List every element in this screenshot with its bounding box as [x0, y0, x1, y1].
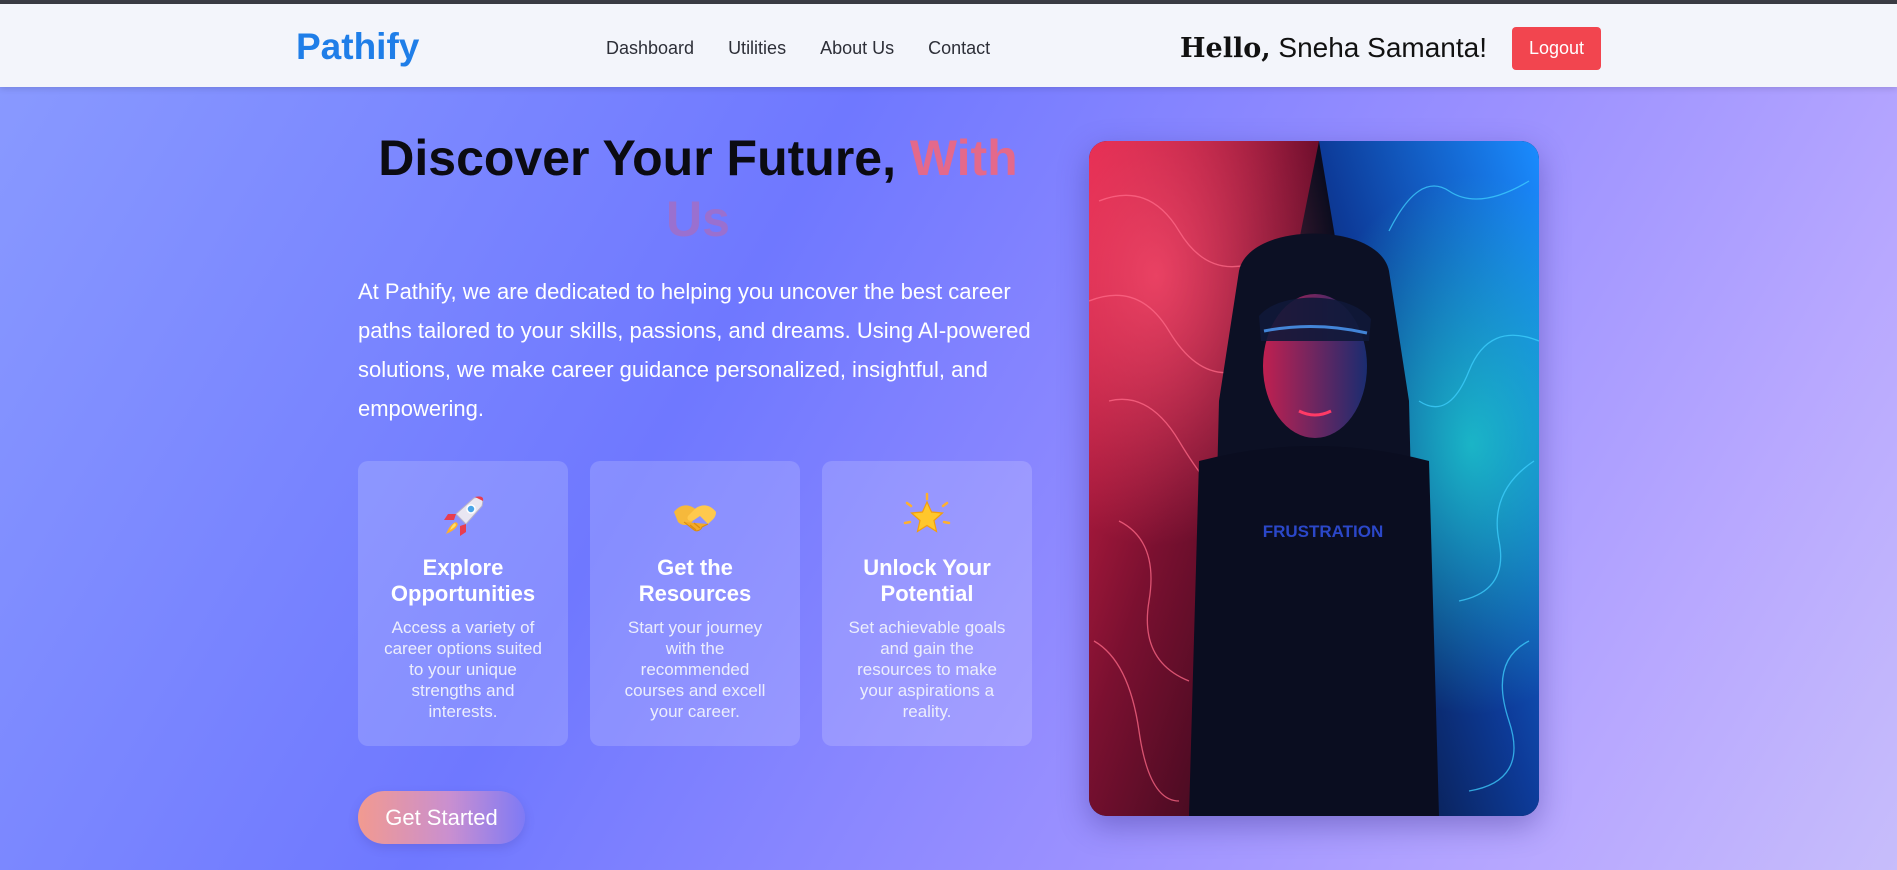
- feature-card-description: Access a variety of career options suite…: [384, 618, 542, 721]
- hero-title-accent-with: With: [909, 130, 1018, 186]
- feature-card-explore: Explore Opportunities Access a variety o…: [358, 461, 568, 746]
- feature-card-title: Get the Resources: [638, 555, 752, 606]
- feature-card-potential: Unlock Your Potential Set achievable goa…: [822, 461, 1032, 746]
- greeting-user-name: Sneha Samanta!: [1278, 32, 1487, 63]
- hero-photo: FRUSTRATION: [1089, 141, 1539, 816]
- nav-links: Dashboard Utilities About Us Contact: [606, 38, 990, 59]
- brand-logo[interactable]: Pathify: [296, 26, 419, 68]
- feature-card-description: Start your journey with the recommended …: [624, 618, 766, 721]
- rocket-icon: [358, 491, 568, 543]
- star-icon: [822, 491, 1032, 543]
- feature-card-title: Explore Opportunities: [390, 555, 536, 606]
- feature-card-resources: Get the Resources Start your journey wit…: [590, 461, 800, 746]
- navbar: Pathify Dashboard Utilities About Us Con…: [0, 4, 1897, 87]
- nav-link-dashboard[interactable]: Dashboard: [606, 38, 694, 59]
- nav-link-contact[interactable]: Contact: [928, 38, 990, 59]
- user-greeting: Hello, Sneha Samanta!: [1180, 32, 1487, 64]
- hero-intro: At Pathify, we are dedicated to helping …: [358, 279, 1031, 421]
- nav-link-utilities[interactable]: Utilities: [728, 38, 786, 59]
- get-started-button[interactable]: Get Started: [358, 791, 525, 844]
- feature-cards: Explore Opportunities Access a variety o…: [358, 461, 1032, 746]
- handshake-icon: [590, 491, 800, 543]
- photo-shirt-text: FRUSTRATION: [1263, 522, 1384, 541]
- logout-button[interactable]: Logout: [1512, 27, 1601, 70]
- hero-title-accent-us: Us: [666, 191, 730, 247]
- hero-title-main: Discover Your Future,: [378, 130, 910, 186]
- feature-card-description: Set achievable goals and gain the resour…: [848, 618, 1006, 721]
- greeting-hello: Hello,: [1180, 33, 1271, 64]
- nav-link-about-us[interactable]: About Us: [820, 38, 894, 59]
- feature-card-title: Unlock Your Potential: [863, 555, 991, 606]
- hero-title: Discover Your Future, With Us: [358, 128, 1038, 250]
